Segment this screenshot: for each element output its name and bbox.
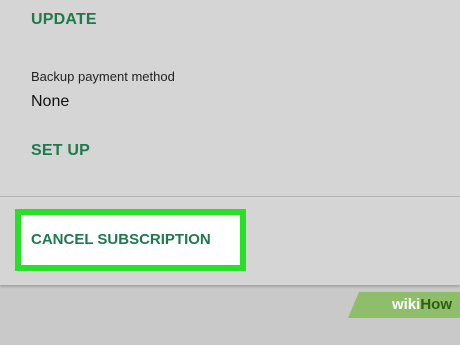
cancel-subscription-button[interactable]: CANCEL SUBSCRIPTION bbox=[31, 231, 211, 248]
highlight-frame: CANCEL SUBSCRIPTION bbox=[15, 209, 246, 271]
watermark-wiki: wiki bbox=[391, 296, 421, 313]
set-up-button[interactable]: SET UP bbox=[31, 142, 90, 160]
wikihow-watermark: wikiHow bbox=[348, 292, 460, 318]
watermark-how: How bbox=[420, 296, 452, 313]
backup-payment-value: None bbox=[31, 93, 70, 110]
update-button[interactable]: UPDATE bbox=[31, 11, 97, 29]
backup-payment-label: Backup payment method bbox=[31, 69, 175, 84]
payment-card: UPDATE Backup payment method None SET UP bbox=[0, 0, 460, 197]
